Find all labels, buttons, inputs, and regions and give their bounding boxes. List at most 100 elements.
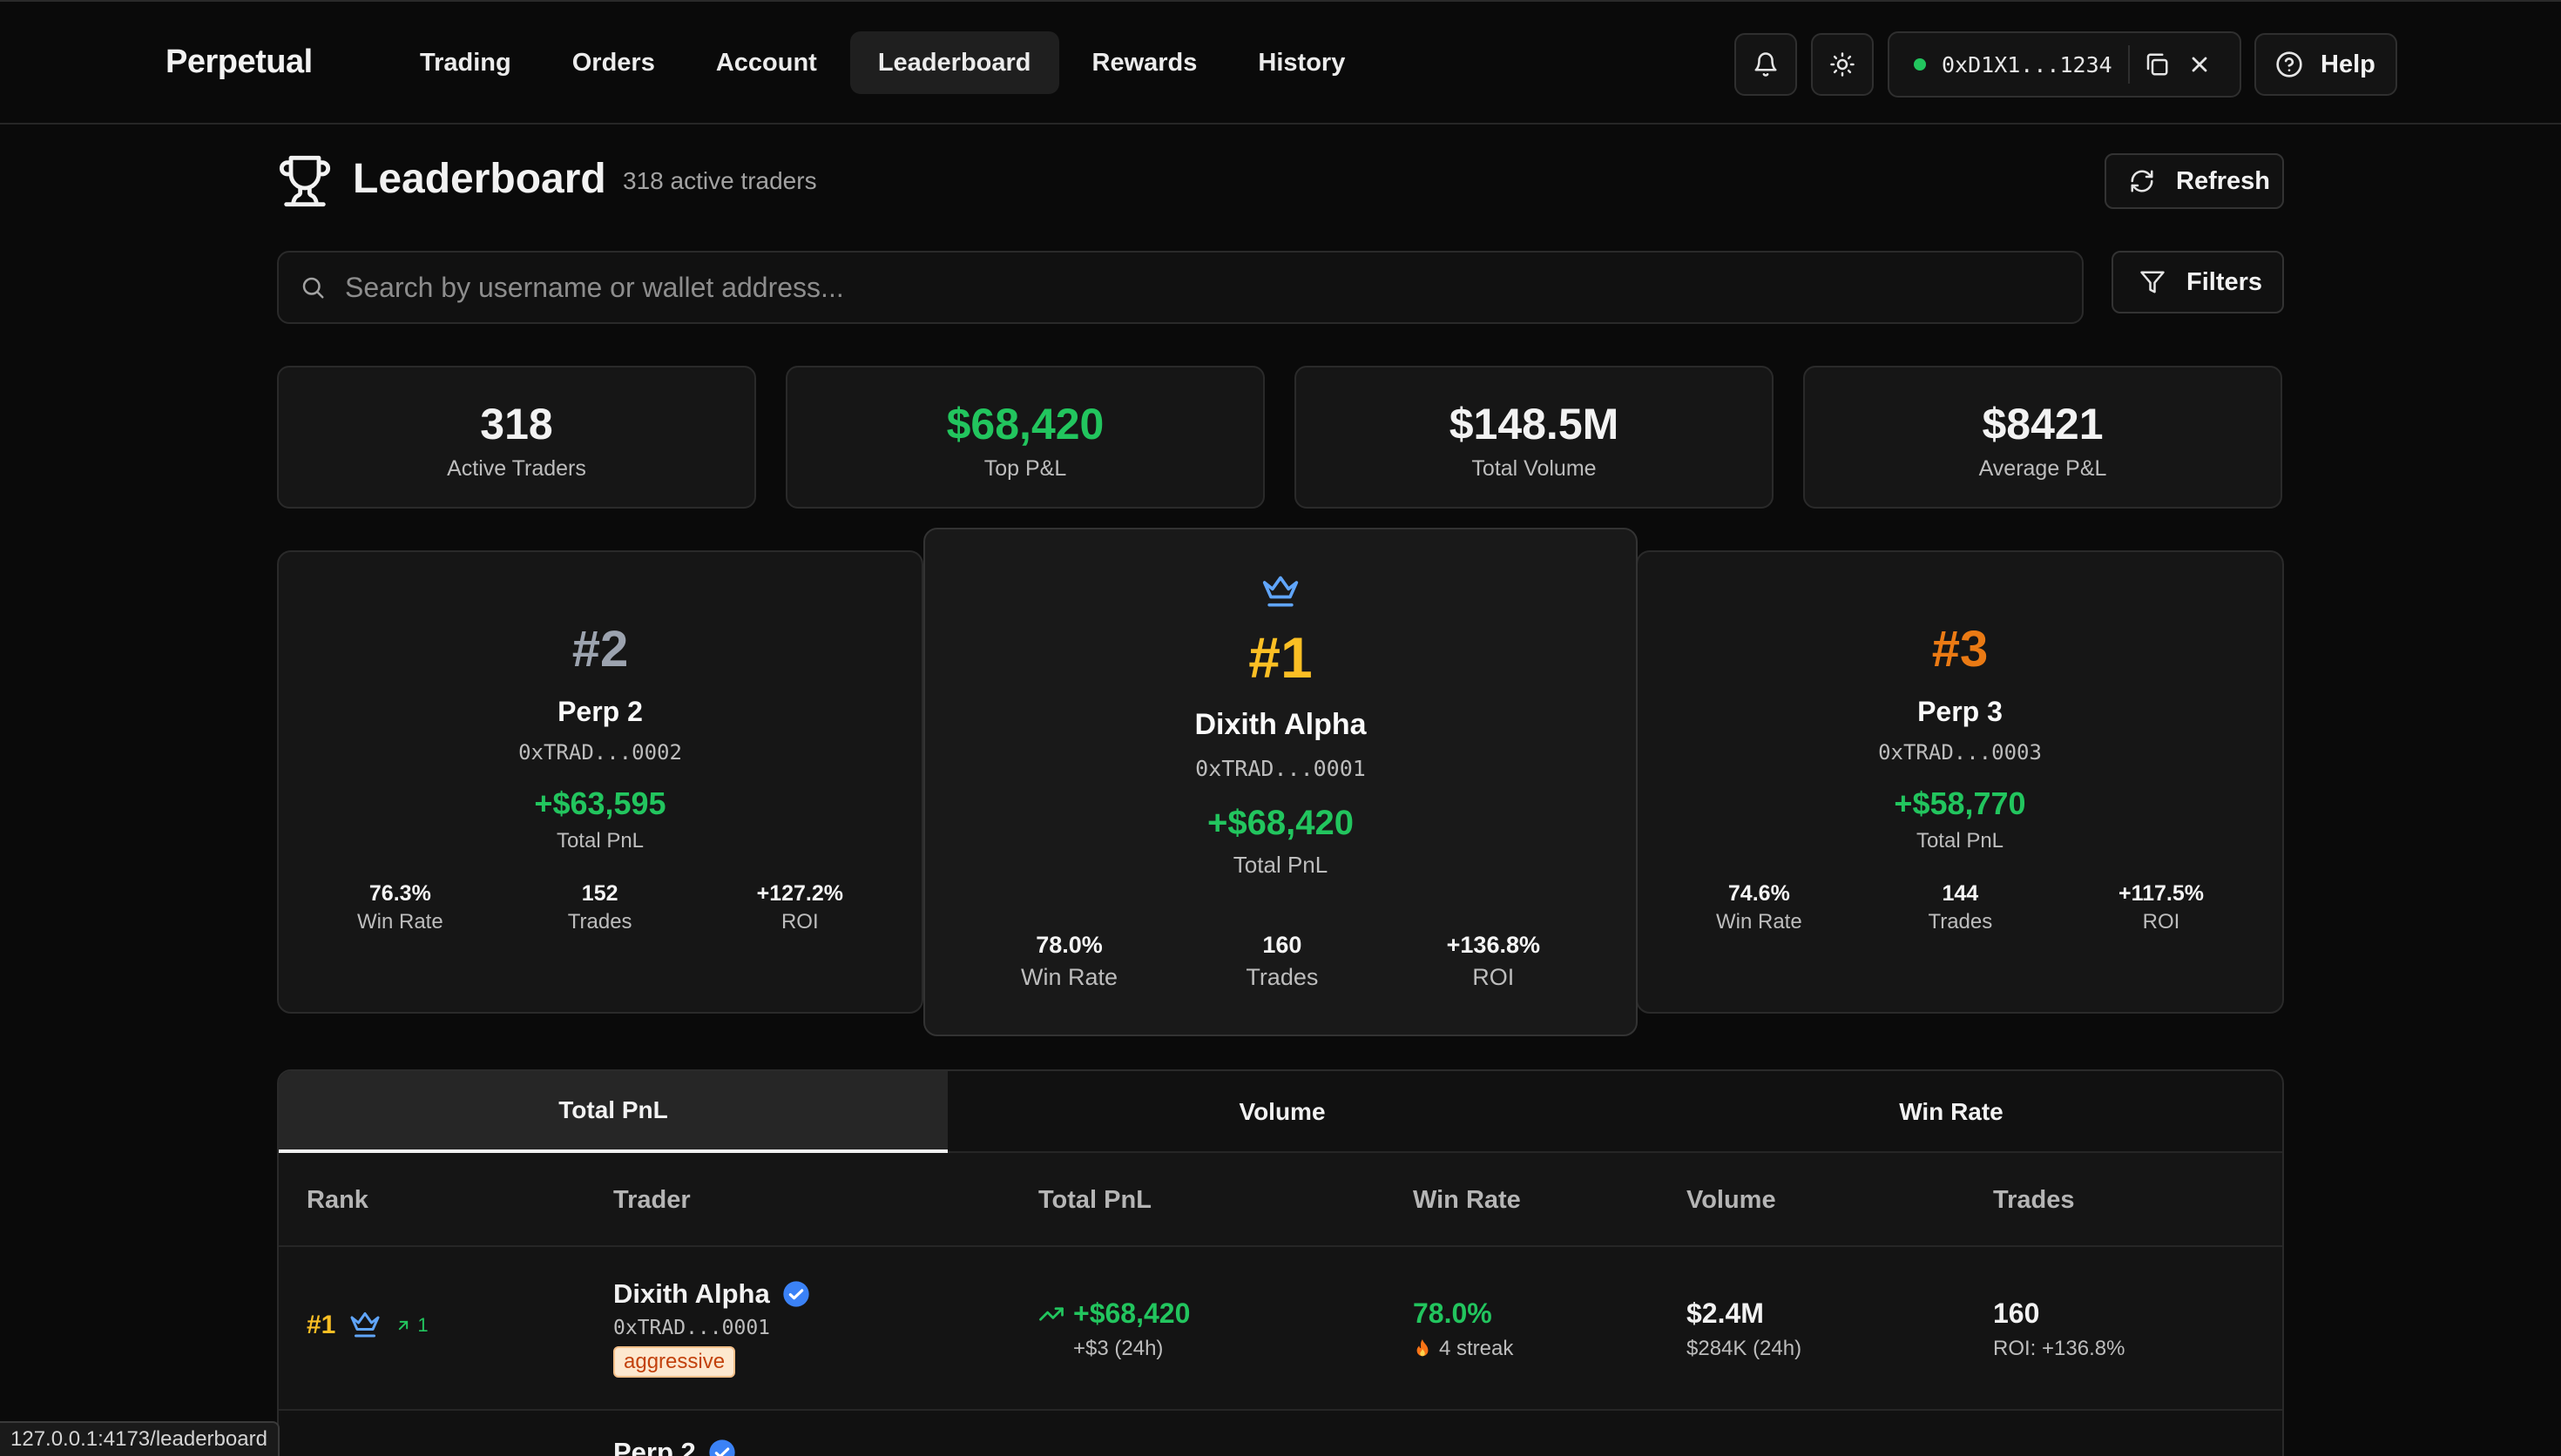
nav-item-trading[interactable]: Trading	[392, 31, 539, 94]
crown-icon	[350, 1312, 380, 1338]
podium-trades: 144 Trades	[1928, 881, 1993, 934]
brand-logo[interactable]: Perpetual	[166, 44, 313, 81]
rank-number: #1	[307, 1311, 336, 1339]
sun-icon	[1830, 52, 1855, 77]
table-row-partial[interactable]: Perp 2	[613, 1437, 736, 1456]
podium-stats: 74.6% Win Rate 144 Trades +117.5% ROI	[1716, 881, 2204, 934]
volume-cell: $2.4M $284K (24h)	[1686, 1298, 1801, 1361]
crown-icon	[1262, 576, 1299, 607]
leaderboard-table-panel: Total PnL Volume Win Rate Rank Trader To…	[277, 1069, 2284, 1456]
podium-pnl: +$63,595	[534, 785, 666, 821]
pnl-cell: +$68,420 +$3 (24h)	[1038, 1298, 1190, 1361]
stat-value: $148.5M	[1449, 400, 1619, 448]
win-rate-value: 78.0%	[1413, 1298, 1492, 1329]
podium-trades: 160 Trades	[1246, 932, 1319, 990]
podium-trader-address: 0xTRAD...0001	[1195, 756, 1366, 781]
pnl-24h: +$3 (24h)	[1073, 1337, 1164, 1360]
podium-stats: 78.0% Win Rate 160 Trades +136.8% ROI	[1021, 932, 1540, 991]
podium-card-third[interactable]: #3 Perp 3 0xTRAD...0003 +$58,770 Total P…	[1636, 550, 2284, 1014]
wallet-widget: 0xD1X1...1234	[1888, 31, 2241, 98]
rank-change: 1	[395, 1314, 429, 1337]
podium-win-rate: 78.0% Win Rate	[1021, 932, 1118, 990]
podium-trader-name: Perp 2	[557, 696, 643, 727]
trader-address: 0xTRAD...0001	[613, 1317, 771, 1339]
pnl-value: +$68,420	[1073, 1298, 1191, 1329]
verified-badge-icon	[783, 1281, 809, 1307]
verified-badge-icon	[709, 1439, 735, 1456]
trophy-icon	[279, 155, 331, 207]
column-header-volume[interactable]: Volume	[1686, 1186, 1776, 1215]
filter-icon	[2140, 271, 2165, 293]
column-header-total-pnl[interactable]: Total PnL	[1038, 1186, 1152, 1215]
stat-card-top-pnl: $68,420 Top P&L	[786, 366, 1265, 509]
table-row[interactable]: #1 1 Dixith Alpha 0xTRAD...0001 aggressi…	[279, 1247, 2282, 1411]
active-traders-subtitle: 318 active traders	[623, 167, 817, 194]
status-bar-url: 127.0.0.1:4173/leaderboard	[0, 1421, 280, 1456]
disconnect-wallet-button[interactable]	[2187, 52, 2212, 77]
nav-item-orders[interactable]: Orders	[544, 31, 683, 94]
volume-value: $2.4M	[1686, 1298, 1764, 1329]
win-rate-cell: 78.0% 4 streak	[1413, 1298, 1513, 1361]
search-input[interactable]	[345, 271, 2000, 304]
stat-value: $68,420	[946, 400, 1105, 448]
ranking-tabs: Total PnL Volume Win Rate	[279, 1071, 2282, 1153]
copy-icon	[2146, 53, 2168, 76]
nav-item-account[interactable]: Account	[688, 31, 845, 94]
trader-name[interactable]: Perp 2	[613, 1437, 696, 1456]
podium-rank: #1	[1248, 625, 1313, 690]
podium-trader-address: 0xTRAD...0003	[1878, 740, 2042, 765]
podium-pnl: +$68,420	[1207, 804, 1354, 842]
filters-button[interactable]: Filters	[2112, 251, 2284, 313]
podium-pnl-label: Total PnL	[1916, 829, 2004, 853]
podium-pnl-label: Total PnL	[556, 829, 645, 853]
rank-cell: #1 1	[307, 1310, 429, 1341]
bell-icon	[1754, 52, 1777, 77]
stat-label: Active Traders	[447, 456, 586, 481]
stat-card-average-pnl: $8421 Average P&L	[1803, 366, 2282, 509]
refresh-button[interactable]: Refresh	[2105, 153, 2284, 209]
trades-value: 160	[1993, 1298, 2040, 1329]
podium-trader-address: 0xTRAD...0002	[518, 740, 682, 765]
theme-toggle-button[interactable]	[1811, 33, 1874, 96]
column-header-rank[interactable]: Rank	[307, 1186, 368, 1215]
close-icon	[2192, 57, 2207, 72]
podium-win-rate: 74.6% Win Rate	[1716, 881, 1802, 934]
podium-trader-name: Dixith Alpha	[1194, 708, 1367, 741]
column-header-trader[interactable]: Trader	[613, 1186, 691, 1215]
notifications-button[interactable]	[1734, 33, 1797, 96]
podium-rank: #3	[1931, 621, 1989, 677]
flame-icon	[1416, 1339, 1429, 1357]
podium-trades: 152 Trades	[567, 881, 632, 934]
nav-item-rewards[interactable]: Rewards	[1064, 31, 1226, 94]
nav-item-history[interactable]: History	[1230, 31, 1373, 94]
podium-roi: +117.5% ROI	[2118, 881, 2204, 934]
stat-card-active-traders: 318 Active Traders	[277, 366, 756, 509]
filters-label: Filters	[2186, 267, 2263, 296]
trader-style-badge: aggressive	[613, 1346, 736, 1378]
page-title: Leaderboard	[353, 156, 606, 202]
stat-value: 318	[480, 400, 553, 448]
nav-item-leaderboard[interactable]: Leaderboard	[849, 31, 1059, 94]
trader-name[interactable]: Dixith Alpha	[613, 1278, 770, 1310]
wallet-address[interactable]: 0xD1X1...1234	[1942, 52, 2112, 78]
wallet-divider	[2127, 45, 2130, 84]
podium-pnl-label: Total PnL	[1233, 852, 1328, 878]
column-header-win-rate[interactable]: Win Rate	[1413, 1186, 1521, 1215]
podium-roi: +127.2% ROI	[756, 881, 843, 934]
podium-card-second[interactable]: #2 Perp 2 0xTRAD...0002 +$63,595 Total P…	[277, 550, 923, 1014]
podium-win-rate: 76.3% Win Rate	[357, 881, 443, 934]
trader-cell: Dixith Alpha 0xTRAD...0001 aggressive	[613, 1278, 810, 1378]
column-header-trades[interactable]: Trades	[1993, 1186, 2075, 1215]
tab-volume[interactable]: Volume	[948, 1071, 1617, 1153]
stat-value: $8421	[1982, 400, 2104, 448]
search-icon	[302, 277, 324, 299]
copy-address-button[interactable]	[2144, 51, 2170, 78]
table-header: Rank Trader Total PnL Win Rate Volume Tr…	[279, 1153, 2282, 1247]
stat-label: Top P&L	[983, 456, 1067, 481]
streak: 4 streak	[1413, 1337, 1513, 1361]
tab-win-rate[interactable]: Win Rate	[1617, 1071, 2282, 1153]
tab-total-pnl[interactable]: Total PnL	[279, 1071, 948, 1153]
help-button[interactable]: Help	[2254, 33, 2397, 96]
search-bar	[277, 251, 2084, 324]
podium-card-first[interactable]: #1 Dixith Alpha 0xTRAD...0001 +$68,420 T…	[923, 528, 1638, 1036]
